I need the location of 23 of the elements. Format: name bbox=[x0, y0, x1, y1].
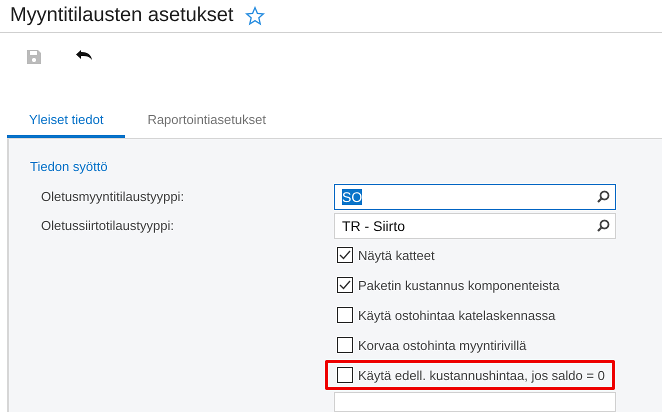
checkbox-label: Käytä edell. kustannushintaa, jos saldo = 0 bbox=[358, 368, 605, 382]
page-title: Myyntitilausten asetukset bbox=[10, 4, 234, 28]
undo-icon bbox=[76, 48, 94, 61]
checkbox-label: Paketin kustannus komponenteista bbox=[358, 278, 560, 292]
checkbox-label: Näytä katteet bbox=[358, 248, 435, 262]
favorite-button[interactable] bbox=[245, 6, 266, 26]
section-title: Tiedon syöttö bbox=[30, 159, 109, 174]
search-icon[interactable] bbox=[597, 219, 610, 232]
tab[interactable]: Raportointiasetukset bbox=[125, 104, 288, 138]
checkbox-label: Käytä ostohintaa katelaskennassa bbox=[358, 308, 556, 322]
field-label: Oletusmyyntitilaustyyppi: bbox=[40, 189, 186, 204]
checkbox-label: Korvaa ostohinta myyntirivillä bbox=[358, 338, 526, 352]
checkbox[interactable] bbox=[337, 307, 353, 323]
checkbox[interactable] bbox=[337, 277, 353, 293]
lookup-field[interactable]: SO bbox=[334, 184, 616, 210]
save-icon bbox=[26, 48, 42, 65]
input-field[interactable] bbox=[334, 392, 616, 412]
checkbox[interactable] bbox=[337, 367, 353, 383]
lookup-field[interactable]: TR - Siirto bbox=[334, 212, 616, 238]
checkbox[interactable] bbox=[337, 337, 353, 353]
checkbox[interactable] bbox=[337, 247, 353, 263]
field-label: Oletussiirtotilaustyyppi: bbox=[40, 218, 175, 233]
search-icon[interactable] bbox=[597, 190, 610, 203]
